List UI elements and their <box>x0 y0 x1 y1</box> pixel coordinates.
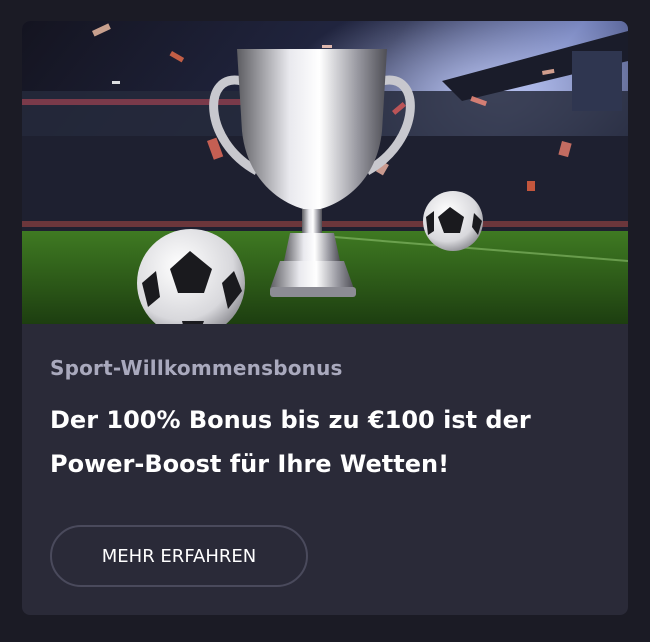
trophy-stadium-illustration <box>22 21 628 324</box>
promo-headline: Der 100% Bonus bis zu €100 ist der Power… <box>50 398 590 486</box>
promo-headline-line-2: Power-Boost für Ihre Wetten! <box>50 450 450 478</box>
promo-hero-image <box>22 21 628 324</box>
promo-card[interactable]: Sport-Willkommensbonus Der 100% Bonus bi… <box>22 21 628 615</box>
promo-eyebrow: Sport-Willkommensbonus <box>50 356 343 380</box>
promo-headline-line-1: Der 100% Bonus bis zu €100 ist der <box>50 406 531 434</box>
learn-more-button[interactable]: MEHR ERFAHREN <box>50 525 308 587</box>
